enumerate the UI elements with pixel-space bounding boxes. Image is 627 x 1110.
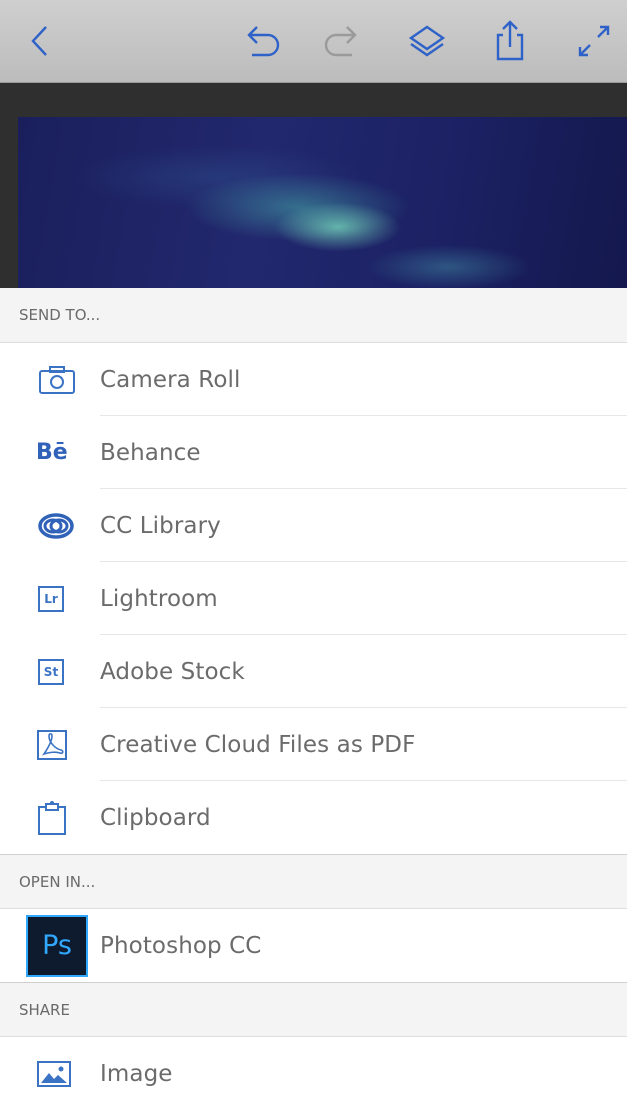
adobe-stock-icon-box: St [38,658,64,685]
undo-icon[interactable] [240,19,284,63]
camera-icon [0,365,100,395]
send-to-header: SEND TO... [0,288,627,343]
adobe-stock-icon: St [0,658,100,685]
behance-label: Behance [100,439,201,466]
lightroom-icon: Lr [0,585,100,612]
photoshop-icon: Ps [0,914,100,977]
send-to-cc-files-pdf[interactable]: Creative Cloud Files as PDF [0,708,627,781]
lightroom-icon-box: Lr [38,585,64,612]
cc-library-label: CC Library [100,512,221,539]
open-in-header: OPEN IN... [0,854,627,909]
clipboard-icon [0,800,100,836]
redo-icon[interactable] [320,19,364,63]
send-to-behance[interactable]: Bē Behance [0,416,627,489]
send-to-lightroom[interactable]: Lr Lightroom [0,562,627,635]
pdf-icon [0,729,100,761]
send-to-cc-library[interactable]: CC Library [0,489,627,562]
send-to-camera-roll[interactable]: Camera Roll [0,343,627,416]
behance-icon: Bē [0,440,100,465]
photoshop-label: Photoshop CC [100,932,262,959]
share-icon[interactable] [488,19,532,63]
adobe-stock-label: Adobe Stock [100,658,245,685]
send-to-adobe-stock[interactable]: St Adobe Stock [0,635,627,708]
fullscreen-icon[interactable] [572,19,616,63]
top-toolbar [0,0,627,83]
lightroom-label: Lightroom [100,585,218,612]
artwork-preview [18,117,627,288]
image-icon [0,1060,100,1088]
cc-files-pdf-label: Creative Cloud Files as PDF [100,731,416,758]
back-chevron-icon[interactable] [18,19,62,63]
send-to-clipboard[interactable]: Clipboard [0,781,627,854]
layers-icon[interactable] [405,19,449,63]
export-sheet: SEND TO... Camera Roll Bē Behance CC Lib… [0,288,627,1109]
creative-cloud-icon [0,511,100,541]
share-image[interactable]: Image [0,1037,627,1110]
camera-roll-label: Camera Roll [100,366,241,393]
behance-icon-text: Bē [36,440,68,465]
canvas-area [0,83,627,288]
photoshop-tile: Ps [26,914,88,977]
share-header: SHARE [0,982,627,1037]
open-in-photoshop[interactable]: Ps Photoshop CC [0,909,627,982]
clipboard-label: Clipboard [100,804,211,831]
image-label: Image [100,1060,173,1087]
